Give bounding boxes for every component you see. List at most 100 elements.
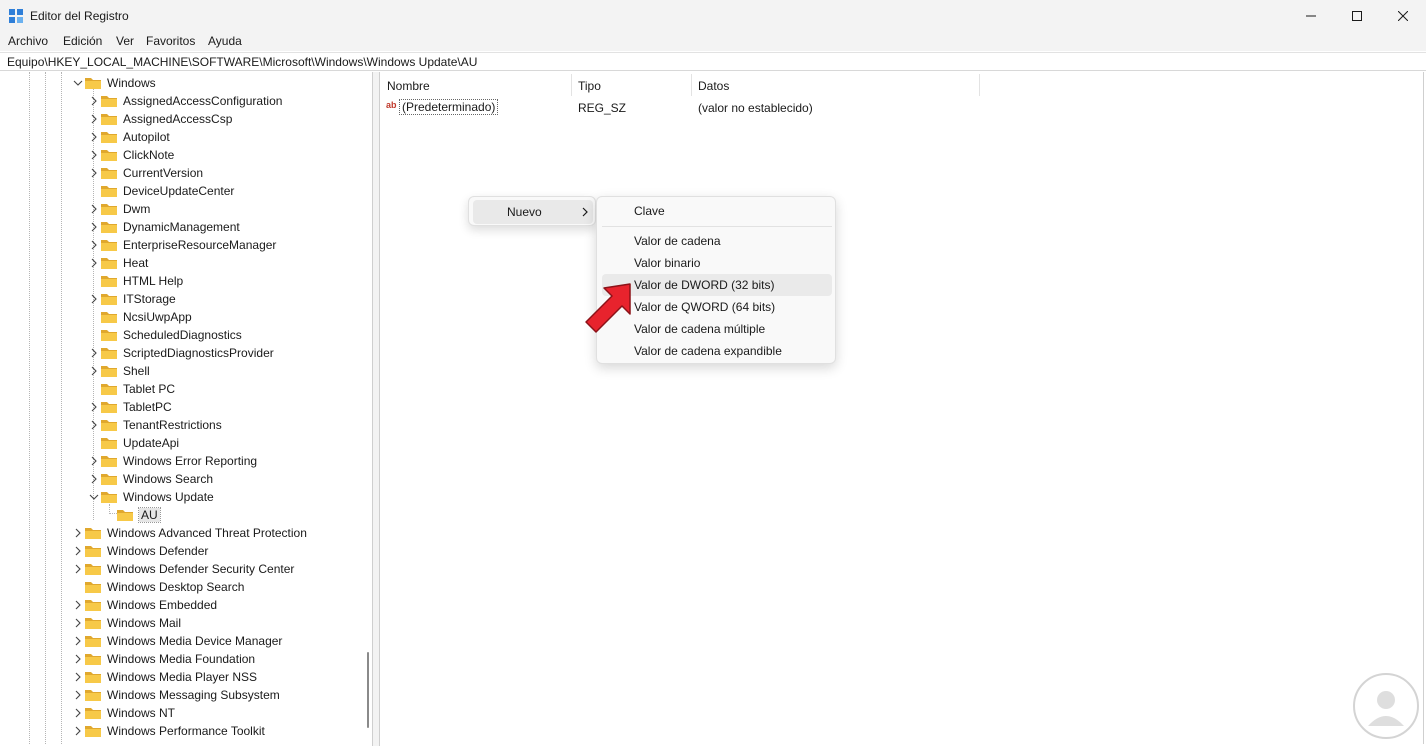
chevron-right-icon[interactable] [72, 617, 84, 629]
chevron-right-icon[interactable] [88, 95, 100, 107]
chevron-right-icon[interactable] [72, 635, 84, 647]
folder-icon [101, 168, 117, 179]
chevron-right-icon[interactable] [72, 545, 84, 557]
tree-node[interactable]: CurrentVersion [2, 164, 362, 182]
chevron-right-icon[interactable] [88, 167, 100, 179]
tree-node[interactable]: DeviceUpdateCenter [2, 182, 362, 200]
menu-ayuda[interactable]: Ayuda [208, 34, 242, 48]
submenu-item-valor-cadena-expandible[interactable]: Valor de cadena expandible [602, 340, 832, 362]
address-bar[interactable]: Equipo\HKEY_LOCAL_MACHINE\SOFTWARE\Micro… [0, 52, 1426, 71]
column-header-tipo[interactable]: Tipo [578, 79, 601, 93]
chevron-right-icon[interactable] [88, 221, 100, 233]
submenu-item-clave[interactable]: Clave [602, 200, 832, 222]
tree-node[interactable]: ScriptedDiagnosticsProvider [2, 344, 362, 362]
context-menu-item-nuevo[interactable]: Nuevo [473, 200, 593, 224]
column-separator[interactable] [979, 74, 980, 96]
tree-node[interactable]: Windows NT [2, 704, 362, 722]
tree-node[interactable]: TabletPC [2, 398, 362, 416]
tree-node[interactable]: Heat [2, 254, 362, 272]
chevron-right-icon[interactable] [72, 653, 84, 665]
tree-node[interactable]: Windows Advanced Threat Protection [2, 524, 362, 542]
tree-node[interactable]: TenantRestrictions [2, 416, 362, 434]
tree-node[interactable]: Windows Media Device Manager [2, 632, 362, 650]
chevron-right-icon[interactable] [72, 689, 84, 701]
submenu-item-valor-dword[interactable]: Valor de DWORD (32 bits) [602, 274, 832, 296]
chevron-right-icon[interactable] [88, 239, 100, 251]
column-header-nombre[interactable]: Nombre [387, 79, 430, 93]
column-separator[interactable] [691, 74, 692, 96]
chevron-right-icon[interactable] [88, 293, 100, 305]
tree-node[interactable]: ClickNote [2, 146, 362, 164]
chevron-right-icon[interactable] [88, 473, 100, 485]
tree-node[interactable]: HTML Help [2, 272, 362, 290]
tree-node[interactable]: Windows Embedded [2, 596, 362, 614]
submenu-item-valor-cadena-multiple[interactable]: Valor de cadena múltiple [602, 318, 832, 340]
chevron-right-icon[interactable] [72, 671, 84, 683]
menu-favoritos[interactable]: Favoritos [146, 34, 195, 48]
tree-node[interactable]: AssignedAccessConfiguration [2, 92, 362, 110]
tree-scrollbar[interactable] [367, 652, 369, 728]
menu-archivo[interactable]: Archivo [8, 34, 48, 48]
tree-node[interactable]: Autopilot [2, 128, 362, 146]
tree-node[interactable]: Tablet PC [2, 380, 362, 398]
chevron-right-icon[interactable] [72, 725, 84, 737]
tree-node-label: AU [138, 507, 161, 523]
address-path[interactable]: Equipo\HKEY_LOCAL_MACHINE\SOFTWARE\Micro… [7, 55, 477, 69]
tree-node-label: ScheduledDiagnostics [123, 328, 242, 342]
chevron-right-icon[interactable] [88, 131, 100, 143]
minimize-button[interactable] [1288, 0, 1334, 32]
submenu-item-valor-cadena[interactable]: Valor de cadena [602, 230, 832, 252]
chevron-right-icon[interactable] [88, 257, 100, 269]
tree-node[interactable]: Windows [2, 74, 362, 92]
chevron-right-icon[interactable] [88, 347, 100, 359]
chevron-right-icon[interactable] [88, 419, 100, 431]
tree-node[interactable]: Windows Search [2, 470, 362, 488]
menu-edicion[interactable]: Edición [63, 34, 102, 48]
chevron-right-icon[interactable] [88, 113, 100, 125]
maximize-icon [1352, 11, 1362, 21]
tree-node[interactable]: Windows Media Player NSS [2, 668, 362, 686]
chevron-down-icon[interactable] [72, 77, 84, 89]
submenu-item-valor-binario[interactable]: Valor binario [602, 252, 832, 274]
tree-node[interactable]: Windows Performance Toolkit [2, 722, 362, 740]
chevron-right-icon[interactable] [88, 149, 100, 161]
chevron-right-icon[interactable] [72, 599, 84, 611]
tree-node[interactable]: EnterpriseResourceManager [2, 236, 362, 254]
column-separator[interactable] [571, 74, 572, 96]
tree-node[interactable]: Windows Update [2, 488, 362, 506]
chevron-right-icon[interactable] [88, 455, 100, 467]
tree-node[interactable]: ScheduledDiagnostics [2, 326, 362, 344]
tree-node[interactable]: DynamicManagement [2, 218, 362, 236]
chevron-right-icon[interactable] [88, 203, 100, 215]
tree-node[interactable]: Windows Error Reporting [2, 452, 362, 470]
tree-node[interactable]: AssignedAccessCsp [2, 110, 362, 128]
tree-node[interactable]: Shell [2, 362, 362, 380]
registry-tree[interactable]: Windows AssignedAccessConfiguration Assign… [2, 72, 371, 744]
chevron-right-icon[interactable] [72, 563, 84, 575]
chevron-down-icon[interactable] [88, 491, 100, 503]
values-list[interactable]: Nombre Tipo Datos ab (Predeterminado) RE… [380, 72, 1424, 744]
tree-node[interactable]: Windows Defender Security Center [2, 560, 362, 578]
tree-node[interactable]: Windows Media Foundation [2, 650, 362, 668]
tree-node[interactable]: ITStorage [2, 290, 362, 308]
tree-node[interactable]: UpdateApi [2, 434, 362, 452]
chevron-right-icon[interactable] [88, 365, 100, 377]
value-name: (Predeterminado) [398, 99, 499, 115]
maximize-button[interactable] [1334, 0, 1380, 32]
column-header-datos[interactable]: Datos [698, 79, 729, 93]
tree-node[interactable]: Windows Desktop Search [2, 578, 362, 596]
pane-splitter[interactable] [372, 72, 380, 746]
tree-node[interactable]: Windows Mail [2, 614, 362, 632]
chevron-right-icon[interactable] [72, 707, 84, 719]
tree-node[interactable]: Windows Defender [2, 542, 362, 560]
submenu-item-valor-qword[interactable]: Valor de QWORD (64 bits) [602, 296, 832, 318]
tree-node[interactable]: NcsiUwpApp [2, 308, 362, 326]
chevron-right-icon[interactable] [72, 527, 84, 539]
menu-ver[interactable]: Ver [116, 34, 134, 48]
close-button[interactable] [1380, 0, 1426, 32]
tree-node[interactable]: AU [2, 506, 362, 524]
tree-node[interactable]: Dwm [2, 200, 362, 218]
chevron-right-icon[interactable] [88, 401, 100, 413]
value-row[interactable]: ab (Predeterminado) REG_SZ (valor no est… [380, 99, 980, 117]
tree-node[interactable]: Windows Messaging Subsystem [2, 686, 362, 704]
